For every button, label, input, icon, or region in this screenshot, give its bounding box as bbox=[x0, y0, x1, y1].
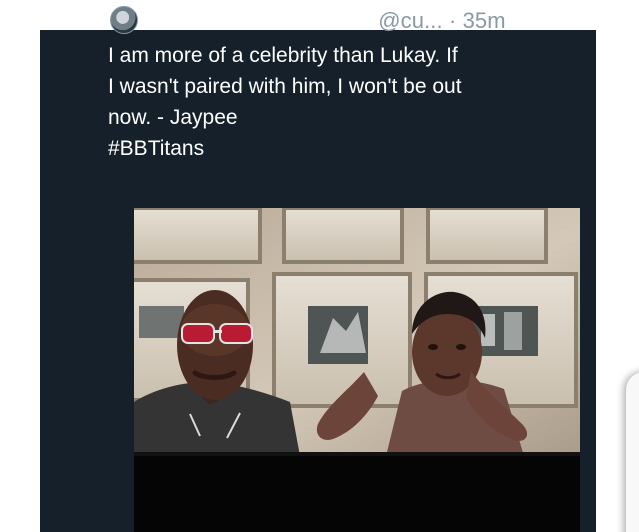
video-still-image bbox=[134, 208, 580, 456]
adjacent-card-edge bbox=[626, 372, 639, 532]
tweet-text-line-3: now. - Jaypee bbox=[108, 106, 238, 129]
tweet-header: Kimani of Estol Africa @cu... · 35m bbox=[142, 6, 572, 36]
tweet-body: I am more of a celebrity than Lukay. If … bbox=[108, 40, 568, 164]
tweet-text-line-2: I wasn't paired with him, I won't be out bbox=[108, 75, 462, 98]
tweet-timestamp[interactable]: 35m bbox=[463, 8, 506, 33]
tweet-text-line-1: I am more of a celebrity than Lukay. If bbox=[108, 44, 458, 67]
author-name[interactable]: Kimani of Estol Africa bbox=[142, 8, 372, 33]
video-letterbox bbox=[134, 456, 580, 532]
header-separator: · bbox=[448, 8, 457, 33]
author-handle[interactable]: @cu... bbox=[378, 8, 443, 33]
author-avatar-icon[interactable] bbox=[110, 6, 138, 34]
tweet-media-video[interactable] bbox=[134, 208, 580, 532]
hashtag-link[interactable]: #BBTitans bbox=[108, 133, 568, 164]
